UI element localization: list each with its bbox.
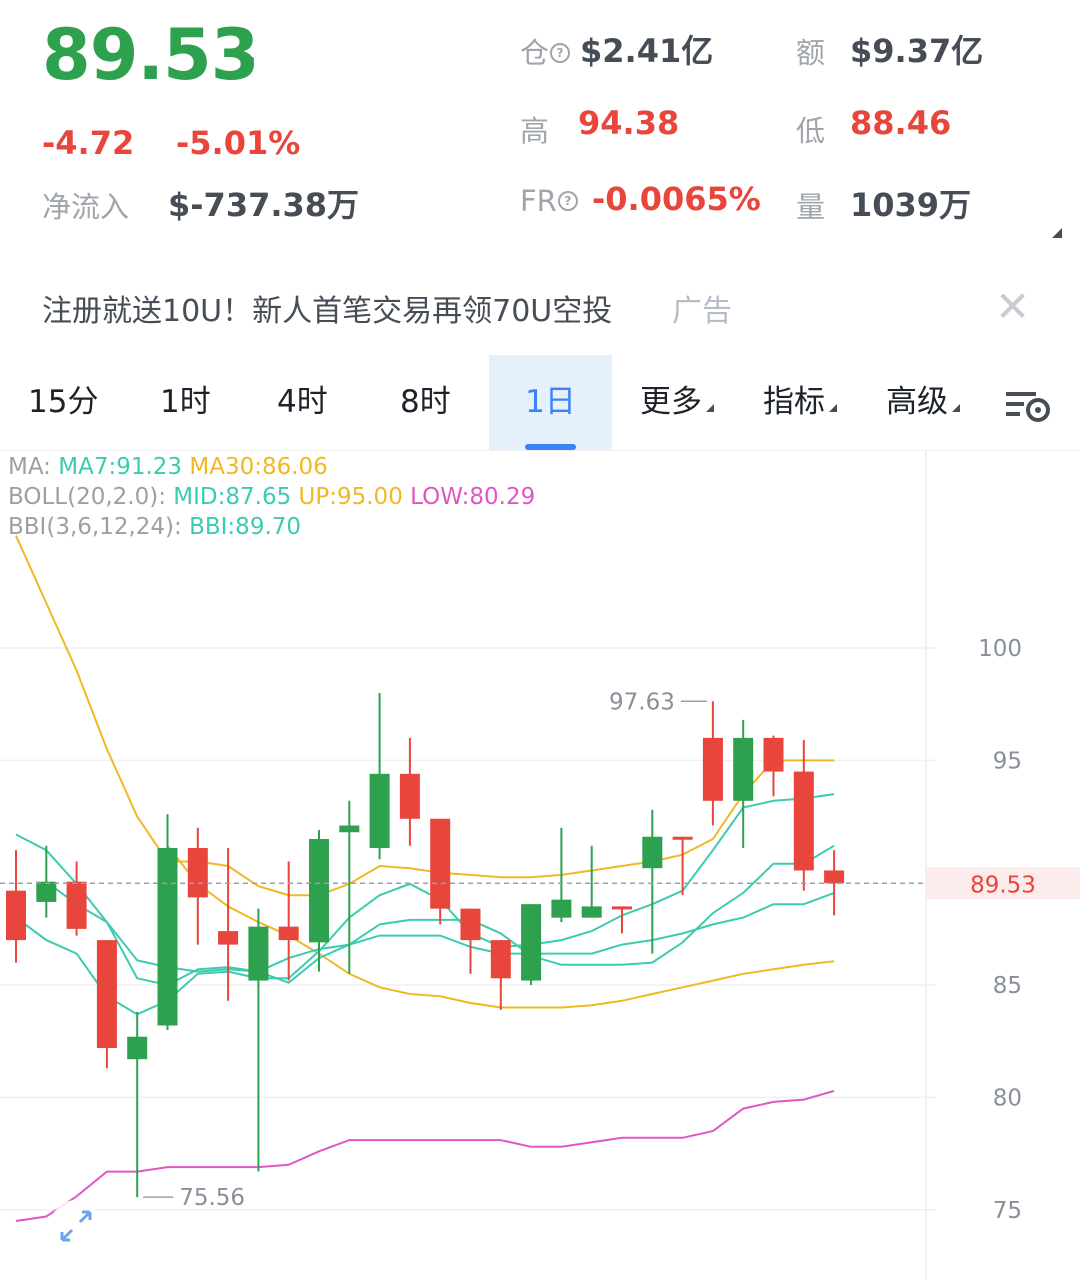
tab-1d[interactable]: 1日 [489,355,612,450]
dropdown-corner-icon [706,404,714,412]
tab-1h[interactable]: 1时 [160,355,211,450]
funding-rate-label[interactable]: FR? [520,184,579,218]
candle-body [399,773,420,819]
tab-15m[interactable]: 15分 [28,355,98,450]
candle-body [6,890,26,941]
candle-body [278,926,299,941]
fullscreen-icon[interactable] [50,1200,102,1252]
high-label: 高 [520,114,550,148]
open-interest-label-text: 仓 [520,36,550,70]
chart-settings-icon[interactable] [1004,355,1054,450]
indicator-line [15,535,835,897]
y-tick-label: 80 [993,1085,1022,1111]
tab-advanced-label: 高级 [886,384,948,420]
netflow-label: 净流入 [42,190,130,224]
tab-indicators-label: 指标 [763,384,825,420]
candle-body [793,771,814,871]
y-tick-label: 75 [993,1198,1022,1224]
candle-body [218,931,239,945]
amount-label: 额 [796,36,826,70]
tab-more-label: 更多 [640,384,702,420]
candle-body [581,906,602,918]
tab-advanced[interactable]: 高级 [886,355,960,450]
tab-8h[interactable]: 8时 [400,355,451,450]
candle-body [824,870,845,884]
funding-rate-label-text: FR [520,184,557,218]
candle-body [460,908,481,941]
candle-body [642,836,663,869]
open-interest-value: $2.41亿 [580,32,714,70]
expand-corner-icon[interactable] [1052,228,1062,238]
candle-body [521,904,542,981]
candle-body [733,737,754,801]
price-change-percent: -5.01% [176,124,301,162]
candle-body [157,847,178,1026]
candle-body [187,847,208,898]
low-value: 88.46 [850,104,952,142]
candle-body [248,926,269,981]
candle-body [551,899,572,918]
candle-body [369,773,390,848]
interval-tabs: 15分 1时 4时 8时 1日 更多 指标 高级 [0,355,1080,450]
indicator-line [15,1089,835,1222]
tab-more[interactable]: 更多 [640,355,714,450]
candlestick-chart[interactable]: 100 95 85 80 75 89.53 97.63 75.56 [0,451,1080,1280]
low-label: 低 [796,114,826,148]
candle-body [36,881,57,902]
volume-label: 量 [796,190,826,224]
tab-1d-label: 1日 [525,384,576,420]
candle-body [763,737,784,772]
last-price: 89.53 [42,14,259,96]
ad-tag: 广告 [672,294,732,329]
dropdown-corner-icon [829,404,837,412]
ad-banner-text[interactable]: 注册就送10U！新人首笔交易再领70U空投 [42,286,612,330]
y-tick-label: 85 [993,973,1022,999]
netflow-value: $-737.38万 [168,186,360,224]
tab-4h[interactable]: 4时 [277,355,328,450]
close-icon[interactable]: ✕ [995,282,1030,331]
min-price-label: 75.56 [179,1185,245,1211]
candle-body [672,836,693,840]
tab-indicators[interactable]: 指标 [763,355,837,450]
help-icon[interactable]: ? [550,43,571,63]
trend-up-arrow-icon: ↗ [230,46,259,86]
high-value: 94.38 [578,104,680,142]
amount-value: $9.37亿 [850,32,984,70]
price-change: -4.72 [42,124,135,162]
open-interest-label[interactable]: 仓? [520,30,571,72]
dropdown-corner-icon [952,404,960,412]
candle-body [66,881,87,929]
volume-value: 1039万 [850,186,972,224]
max-price-label: 97.63 [609,689,675,715]
candle-body [430,818,451,909]
candle-body [309,838,329,943]
current-price-label: 89.53 [970,872,1036,898]
candle-body [96,940,117,1048]
help-icon[interactable]: ? [557,191,578,211]
indicator-line [15,833,835,973]
candle-body [702,737,723,801]
y-tick-label: 100 [978,636,1022,662]
candle-body [127,1036,148,1060]
funding-rate-value: -0.0065% [592,180,761,218]
candle-body [612,906,632,910]
y-tick-label: 95 [993,748,1022,774]
candle-body [339,825,360,833]
candle-body [490,940,511,979]
